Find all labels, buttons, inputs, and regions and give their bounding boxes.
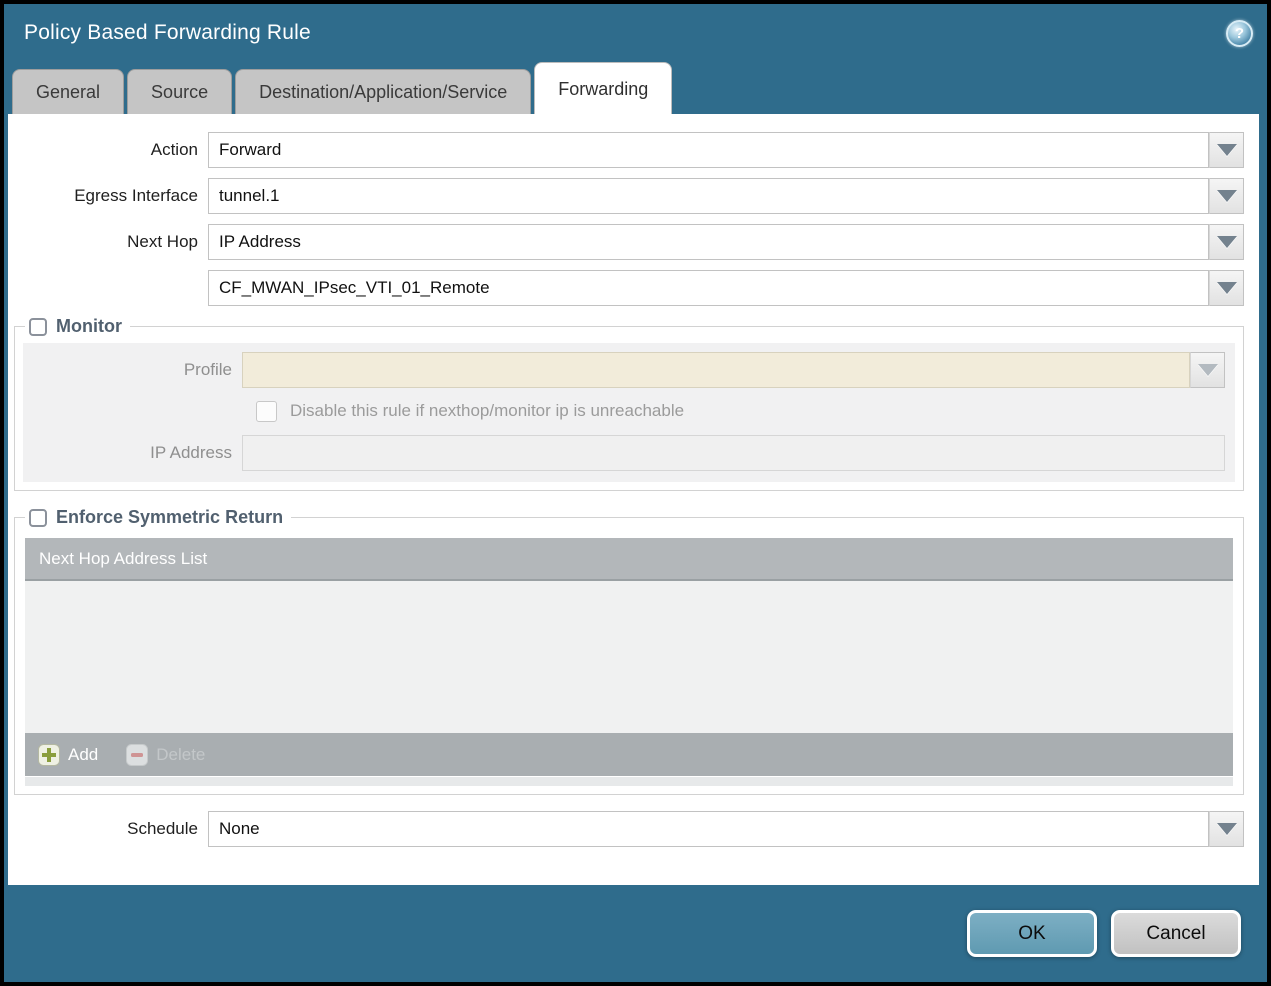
egress-interface-row: Egress Interface tunnel.1	[8, 178, 1244, 214]
tab-forwarding[interactable]: Forwarding	[534, 62, 673, 114]
tab-bar: General Source Destination/Application/S…	[4, 62, 1267, 114]
forwarding-tab-content: Action Forward Egress Interface tunnel.1…	[8, 114, 1259, 885]
profile-label: Profile	[183, 360, 232, 379]
egress-interface-dropdown-button[interactable]	[1209, 178, 1244, 214]
policy-based-forwarding-dialog: Policy Based Forwarding Rule ? General S…	[4, 4, 1267, 982]
next-hop-address-list-body[interactable]	[25, 581, 1233, 733]
egress-interface-label: Egress Interface	[74, 186, 198, 205]
screen: Policy Based Forwarding Rule ? General S…	[0, 0, 1271, 986]
monitor-ip-address-row: IP Address	[23, 435, 1225, 471]
schedule-dropdown-button[interactable]	[1209, 811, 1244, 847]
cancel-button[interactable]: Cancel	[1111, 910, 1241, 957]
action-input[interactable]: Forward	[208, 132, 1209, 168]
monitor-panel: Profile Disable this rule if nexthop/mon…	[23, 343, 1235, 482]
action-label: Action	[150, 140, 198, 159]
ok-button[interactable]: OK	[967, 910, 1097, 957]
disable-rule-checkbox	[256, 400, 277, 422]
monitor-ip-address-label: IP Address	[150, 443, 232, 462]
minus-icon	[126, 743, 149, 766]
egress-interface-input[interactable]: tunnel.1	[208, 178, 1209, 214]
next-hop-label: Next Hop	[127, 232, 198, 251]
action-row: Action Forward	[8, 132, 1244, 168]
chevron-down-icon	[1197, 364, 1218, 376]
add-button[interactable]: Add	[38, 743, 99, 766]
delete-button: Delete	[126, 743, 206, 766]
schedule-label: Schedule	[127, 819, 198, 838]
plus-icon	[38, 743, 60, 766]
help-icon[interactable]: ?	[1226, 19, 1253, 47]
dialog-title: Policy Based Forwarding Rule	[24, 21, 311, 44]
chevron-down-icon	[1216, 144, 1237, 156]
next-hop-address-table: Next Hop Address List Add Delete	[25, 538, 1233, 786]
delete-button-label: Delete	[156, 744, 206, 764]
profile-dropdown-button	[1190, 352, 1225, 388]
monitor-checkbox[interactable]	[29, 317, 47, 336]
next-hop-address-dropdown-button[interactable]	[1209, 270, 1244, 306]
next-hop-dropdown-button[interactable]	[1209, 224, 1244, 260]
next-hop-address-row: CF_MWAN_IPsec_VTI_01_Remote	[8, 270, 1244, 306]
disable-rule-row: Disable this rule if nexthop/monitor ip …	[256, 400, 1225, 422]
next-hop-type-input[interactable]: IP Address	[208, 224, 1209, 260]
enforce-symmetric-return-legend: Enforce Symmetric Return	[25, 507, 291, 528]
profile-input	[242, 352, 1190, 388]
next-hop-address-list-header: Next Hop Address List	[25, 538, 1233, 581]
disable-rule-label: Disable this rule if nexthop/monitor ip …	[290, 401, 685, 420]
profile-row: Profile	[23, 352, 1225, 388]
horizontal-scrollbar[interactable]	[25, 777, 1233, 786]
enforce-symmetric-return-section: Enforce Symmetric Return Next Hop Addres…	[14, 507, 1244, 795]
next-hop-row: Next Hop IP Address	[8, 224, 1244, 260]
tab-destination-application-service[interactable]: Destination/Application/Service	[235, 69, 532, 114]
monitor-ip-address-input	[242, 435, 1225, 471]
schedule-row: Schedule None	[8, 811, 1244, 847]
chevron-down-icon	[1216, 823, 1237, 835]
enforce-symmetric-return-checkbox[interactable]	[29, 508, 47, 527]
action-dropdown-button[interactable]	[1209, 132, 1244, 168]
chevron-down-icon	[1216, 282, 1237, 294]
chevron-down-icon	[1216, 190, 1237, 202]
tab-source[interactable]: Source	[127, 69, 233, 114]
tab-general[interactable]: General	[12, 69, 125, 114]
monitor-legend: Monitor	[25, 316, 130, 337]
monitor-section: Monitor Profile Disable this rule if nex…	[14, 316, 1244, 491]
next-hop-address-list-toolbar: Add Delete	[25, 733, 1233, 776]
schedule-input[interactable]: None	[208, 811, 1209, 847]
enforce-symmetric-return-label: Enforce Symmetric Return	[56, 507, 284, 527]
monitor-label: Monitor	[56, 316, 122, 336]
next-hop-address-input[interactable]: CF_MWAN_IPsec_VTI_01_Remote	[208, 270, 1209, 306]
chevron-down-icon	[1216, 236, 1237, 248]
dialog-titlebar: Policy Based Forwarding Rule ?	[4, 4, 1267, 62]
add-button-label: Add	[68, 744, 99, 764]
dialog-footer: OK Cancel	[4, 885, 1267, 982]
